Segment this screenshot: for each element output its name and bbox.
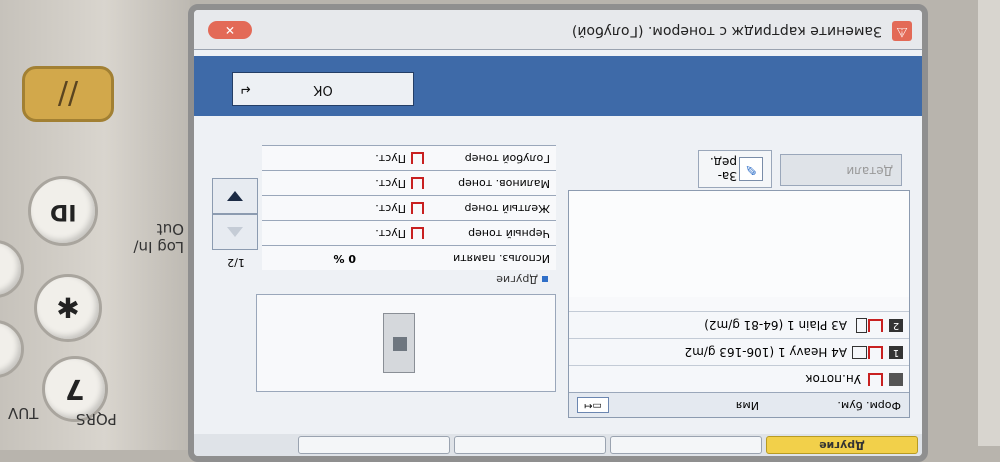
bypass-icon — [889, 373, 903, 386]
printer-door-icon — [393, 337, 407, 351]
tray-number: 1 — [889, 346, 903, 359]
paper-list-header: Форм. бум. Имя ▭↤ — [569, 392, 909, 417]
status-label: Использ. памяти — [453, 252, 550, 265]
scroll-up-button[interactable] — [212, 214, 258, 250]
key-7-letters: PQRS — [76, 410, 117, 428]
toner-empty-icon — [411, 152, 424, 164]
status-cyan-toner: Голубой тонер Пуст. — [262, 145, 556, 170]
tray-empty-icon — [868, 319, 883, 332]
key-8-letters: TUV — [8, 404, 39, 422]
dialog-message: Замените картридж с тонером. (Голубой) — [571, 23, 882, 39]
status-yellow-toner: Желтый тонер Пуст. — [262, 195, 556, 220]
star-key-label: ✱ — [56, 291, 80, 325]
star-key[interactable]: ✱ — [34, 274, 102, 342]
bottom-tab-bar: Другие — [194, 434, 922, 456]
return-icon: ↵ — [239, 81, 251, 97]
toner-empty-icon — [411, 227, 424, 239]
toner-empty-icon — [411, 177, 424, 189]
list-view-toggle[interactable]: ▭↤ — [577, 397, 609, 413]
tray-empty-icon — [868, 346, 883, 359]
triangle-down-icon — [227, 191, 243, 201]
device-bezel: // ID Log In/ Out ✱ 7 PQRS TUV — [0, 0, 190, 450]
status-label: Черный тонер — [468, 227, 550, 240]
paper-row-text: A4 Heavy 1 (106-163 g/m2 — [684, 345, 847, 359]
paper-orientation-icon — [856, 318, 867, 333]
replace-button[interactable]: ✎ За- ред. — [698, 150, 772, 188]
device-status-image — [256, 294, 556, 392]
reset-button[interactable]: // — [22, 66, 114, 122]
replace-label: За- ред. — [709, 155, 737, 183]
key-left-partial-2[interactable] — [0, 320, 24, 378]
key-7-label: 7 — [65, 372, 85, 406]
paper-row-1[interactable]: 1 A4 Heavy 1 (106-163 g/m2 — [569, 338, 909, 365]
status-value: Пуст. — [375, 152, 406, 165]
toner-empty-icon — [411, 202, 424, 214]
status-label: Малинов. тонер — [458, 177, 550, 190]
paper-row-text: Ун.поток — [805, 372, 861, 386]
status-magenta-toner: Малинов. тонер Пуст. — [262, 170, 556, 195]
status-memory: Использ. памяти 0 % — [262, 245, 556, 270]
status-black-toner: Черный тонер Пуст. — [262, 220, 556, 245]
warning-icon: ⚠ — [892, 21, 912, 41]
paper-row-bypass[interactable]: Ун.поток — [569, 365, 909, 392]
status-value: Пуст. — [375, 177, 406, 190]
paper-row-text: A3 Plain 1 (64-81 g/m2) — [704, 318, 847, 332]
status-pager: 1/2 — [208, 152, 258, 272]
tab-other[interactable]: Другие — [766, 436, 918, 454]
tab-4[interactable] — [298, 436, 450, 454]
login-label: Log In/ Out — [133, 220, 184, 256]
close-icon[interactable]: ✕ — [208, 21, 252, 39]
key-left-partial[interactable] — [0, 240, 24, 298]
triangle-up-icon — [227, 227, 243, 237]
tray-number: 2 — [889, 319, 903, 332]
wrench-icon: ✎ — [739, 157, 763, 181]
scroll-down-button[interactable] — [212, 178, 258, 214]
status-label: Желтый тонер — [464, 202, 550, 215]
details-button[interactable]: Детали — [780, 154, 902, 186]
status-value: 0 % — [333, 252, 356, 265]
touch-screen: Другие Форм. бум. Имя ▭↤ Ун.поток 1 A4 H… — [188, 4, 928, 462]
dialog-title-bar: ⚠ Замените картридж с тонером. (Голубой)… — [194, 10, 922, 50]
tab-2[interactable] — [610, 436, 762, 454]
ok-button[interactable]: ОК ↵ — [232, 72, 414, 106]
paper-row-2[interactable]: 2 A3 Plain 1 (64-81 g/m2) — [569, 311, 909, 338]
id-button[interactable]: ID — [28, 176, 98, 246]
ok-label: ОК — [313, 82, 333, 97]
screen-content-rotated: Другие Форм. бум. Имя ▭↤ Ун.поток 1 A4 H… — [194, 10, 922, 456]
status-label: Голубой тонер — [464, 152, 550, 165]
paper-list: Форм. бум. Имя ▭↤ Ун.поток 1 A4 Heavy 1 … — [568, 190, 910, 418]
paper-list-empty-area — [569, 191, 909, 297]
header-paper-format: Форм. бум. — [837, 399, 901, 412]
tab-other-label: Другие — [819, 439, 865, 452]
device-frame-right — [978, 0, 1000, 446]
reset-button-label: // — [57, 76, 79, 112]
header-name: Имя — [735, 399, 759, 412]
status-value: Пуст. — [375, 202, 406, 215]
tray-empty-icon — [868, 373, 883, 386]
id-button-label: ID — [49, 198, 77, 224]
page-indicator: 1/2 — [227, 256, 245, 269]
status-value: Пуст. — [375, 227, 406, 240]
details-label: Детали — [846, 164, 893, 178]
other-section-label: Другие — [496, 273, 548, 286]
paper-orientation-icon — [852, 346, 867, 359]
tab-3[interactable] — [454, 436, 606, 454]
